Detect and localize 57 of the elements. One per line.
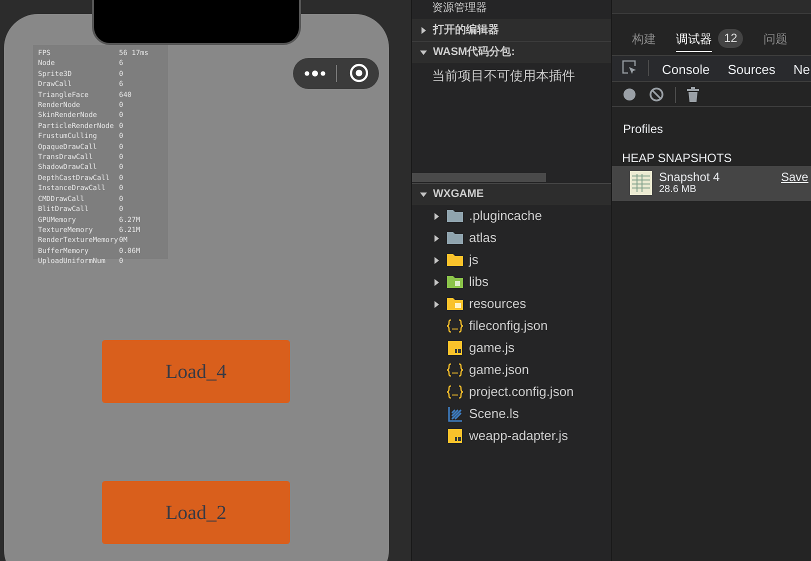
folder-icon <box>447 274 463 290</box>
file-item[interactable]: game.json <box>469 360 529 380</box>
braces-icon <box>447 384 463 400</box>
plugin-message: 当前项目不可使用本插件 <box>432 67 575 85</box>
section-header[interactable]: WASM代码分包: <box>433 44 515 61</box>
record-icon <box>349 63 369 83</box>
js-file-icon <box>447 428 463 444</box>
folder-item[interactable]: libs <box>469 272 489 292</box>
expanded-caret-icon[interactable] <box>420 49 427 56</box>
panel-heading: Profiles <box>623 121 664 138</box>
folder-icon <box>447 230 463 246</box>
file-item[interactable]: fileconfig.json <box>469 316 548 336</box>
trash-icon[interactable] <box>687 87 699 102</box>
save-link[interactable]: Save <box>781 170 808 184</box>
section-heading: HEAP SNAPSHOTS <box>622 150 732 167</box>
panel-title: 资源管理器 <box>432 1 487 15</box>
clear-icon[interactable] <box>649 87 664 102</box>
more-icon <box>304 69 328 78</box>
scene-file-icon <box>447 406 463 422</box>
panel-tab[interactable]: 调试器 <box>676 30 712 52</box>
snapshot-name: Snapshot 4 <box>659 170 720 184</box>
folder-item[interactable]: js <box>469 250 478 270</box>
collapsed-caret-icon[interactable] <box>420 26 427 34</box>
braces-icon <box>447 318 463 334</box>
snapshot-row[interactable]: Snapshot 4 28.6 MB Save <box>612 166 811 201</box>
folder-item[interactable]: .plugincache <box>469 206 542 226</box>
count-badge: 12 <box>718 29 744 48</box>
capsule-menu[interactable] <box>293 58 379 89</box>
panel-tab[interactable]: 问题 <box>763 30 788 52</box>
collapsed-caret-icon[interactable] <box>433 300 440 308</box>
panel-tab[interactable]: 构建 <box>632 30 656 52</box>
snapshot-size: 28.6 MB <box>659 184 696 196</box>
file-item[interactable]: game.js <box>469 338 515 358</box>
file-item[interactable]: weapp-adapter.js <box>469 426 568 446</box>
js-file-icon <box>447 340 463 356</box>
devtools-tab[interactable]: Console <box>662 60 710 80</box>
collapsed-caret-icon[interactable] <box>433 212 440 220</box>
devtools-tab[interactable]: Ne <box>793 60 810 80</box>
collapsed-caret-icon[interactable] <box>433 256 440 264</box>
file-item[interactable]: Scene.ls <box>469 404 519 424</box>
file-item[interactable]: project.config.json <box>469 382 574 402</box>
folder-icon <box>447 296 463 312</box>
collapsed-caret-icon[interactable] <box>433 234 440 242</box>
folder-icon <box>447 208 463 224</box>
folder-item[interactable]: atlas <box>469 228 496 248</box>
scrollbar[interactable] <box>412 173 546 182</box>
spreadsheet-icon <box>630 171 652 195</box>
project-header[interactable]: WXGAME <box>433 186 484 203</box>
collapsed-caret-icon[interactable] <box>433 278 440 286</box>
folder-icon <box>447 252 463 268</box>
folder-item[interactable]: resources <box>469 294 526 314</box>
record-icon[interactable] <box>623 88 636 101</box>
expanded-caret-icon[interactable] <box>420 191 427 198</box>
devtools-tab[interactable]: Sources <box>728 60 776 80</box>
inspect-icon[interactable] <box>622 60 637 76</box>
braces-icon <box>447 362 463 378</box>
section-header[interactable]: 打开的编辑器 <box>433 22 499 38</box>
